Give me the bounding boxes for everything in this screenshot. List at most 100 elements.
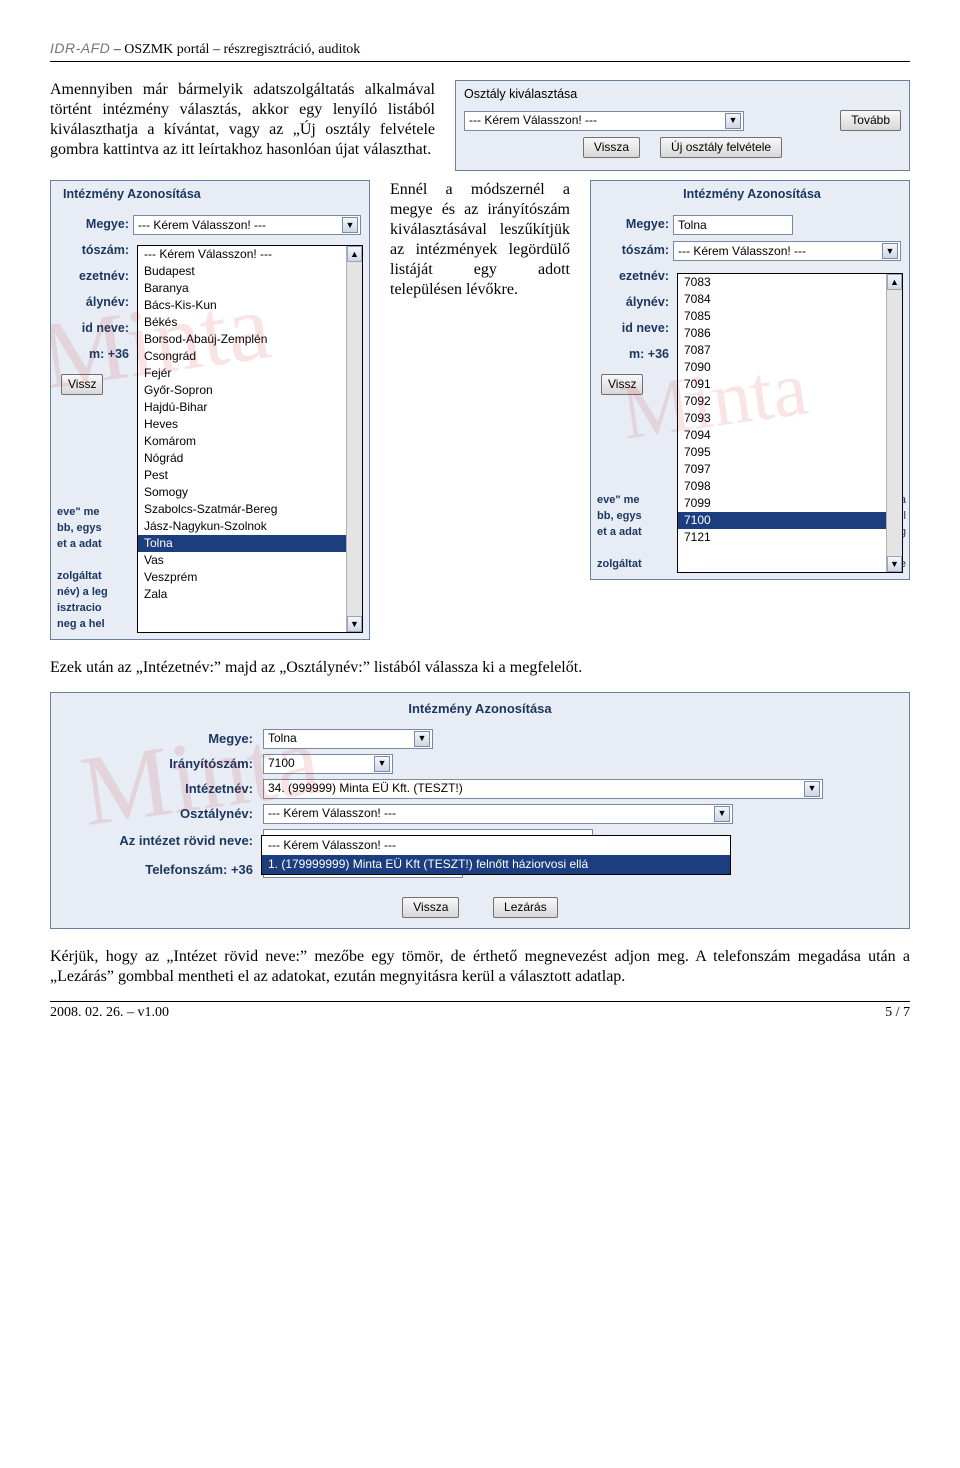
- megye-option[interactable]: Hajdú-Bihar: [138, 399, 362, 416]
- megye-option[interactable]: Veszprém: [138, 569, 362, 586]
- iranyitoszam-listbox[interactable]: 7083708470857086708770907091709270937094…: [677, 273, 903, 573]
- iranyitoszam-option[interactable]: 7091: [678, 376, 902, 393]
- scroll-down-icon[interactable]: ▼: [347, 616, 362, 632]
- osztaly-option-list[interactable]: --- Kérem Válasszon! ---1. (179999999) M…: [261, 835, 731, 875]
- cropL-megye-select[interactable]: --- Kérem Válasszon! ---▼: [133, 215, 361, 235]
- cropR-label-ezetnev: ezetnév:: [591, 269, 673, 285]
- cropR-vissza-button[interactable]: Vissz: [601, 374, 643, 395]
- form3-irsz-value: 7100: [268, 756, 295, 771]
- iranyitoszam-option[interactable]: 7092: [678, 393, 902, 410]
- cropL-vissza-button[interactable]: Vissz: [61, 374, 103, 395]
- megye-option[interactable]: Vas: [138, 552, 362, 569]
- chevron-down-icon: ▼: [714, 806, 730, 822]
- mid-row: Minta Intézmény Azonosítása Megye: --- K…: [50, 180, 910, 640]
- footer-right: 5 / 7: [885, 1004, 910, 1022]
- uj-osztaly-button[interactable]: Új osztály felvétele: [660, 137, 782, 158]
- cropR-toszam-select[interactable]: --- Kérem Válasszon! ---▼: [673, 241, 901, 261]
- osztaly-select-value: --- Kérem Válasszon! ---: [469, 113, 597, 128]
- megye-option[interactable]: Zala: [138, 586, 362, 603]
- megye-option[interactable]: Pest: [138, 467, 362, 484]
- iranyitoszam-option[interactable]: 7087: [678, 342, 902, 359]
- cropL-label-toszam: tószám:: [51, 243, 133, 259]
- form3-lezaras-button[interactable]: Lezárás: [493, 897, 558, 918]
- iranyitoszam-option[interactable]: 7086: [678, 325, 902, 342]
- form3-megye-select[interactable]: Tolna▼: [263, 729, 433, 749]
- megye-listbox[interactable]: --- Kérem Válasszon! --- BudapestBaranya…: [137, 245, 363, 633]
- cropL-megye-value: --- Kérem Válasszon! ---: [138, 218, 266, 233]
- footer-left: 2008. 02. 26. – v1.00: [50, 1004, 169, 1022]
- form3-intezet-select[interactable]: 34. (999999) Minta EÜ Kft. (TESZT!) ▼: [263, 779, 823, 799]
- megye-option[interactable]: Szabolcs-Szatmár-Bereg: [138, 501, 362, 518]
- header-title: – OSZMK portál – részregisztráció, audit…: [114, 42, 361, 57]
- form3-vissza-button[interactable]: Vissza: [402, 897, 459, 918]
- cropR-bg-left: eve" mebb, egyset a adat zolgáltat: [597, 493, 681, 573]
- megye-option[interactable]: Jász-Nagykun-Szolnok: [138, 518, 362, 535]
- osztaly-option[interactable]: --- Kérem Válasszon! ---: [262, 836, 730, 855]
- form3-label-irsz: Irányítószám:: [63, 756, 263, 772]
- megye-option[interactable]: Somogy: [138, 484, 362, 501]
- iranyitoszam-option[interactable]: 7085: [678, 308, 902, 325]
- form3-osztaly-value: --- Kérem Válasszon! ---: [268, 806, 396, 821]
- megye-option[interactable]: Győr-Sopron: [138, 382, 362, 399]
- iranyitoszam-option[interactable]: 7093: [678, 410, 902, 427]
- iranyitoszam-option[interactable]: 7083: [678, 274, 902, 291]
- cropR-label-alynev: álynév:: [591, 295, 673, 311]
- megye-option[interactable]: Fejér: [138, 365, 362, 382]
- megye-option[interactable]: Tolna: [138, 535, 362, 552]
- iranyitoszam-option[interactable]: 7099: [678, 495, 902, 512]
- iranyitoszam-option[interactable]: 7090: [678, 359, 902, 376]
- header-idr: IDR-AFD: [50, 40, 110, 56]
- iranyitoszam-option[interactable]: 7100: [678, 512, 902, 529]
- panel1-title: Osztály kiválasztása: [464, 87, 901, 103]
- chevron-down-icon: ▼: [725, 113, 741, 129]
- iranyitoszam-option[interactable]: 7094: [678, 427, 902, 444]
- cropL-bg-text: eve" mebb, egyset a adat zolgáltatnév) a…: [57, 505, 141, 633]
- scroll-down-icon[interactable]: ▼: [887, 556, 902, 572]
- iranyitoszam-option[interactable]: 7095: [678, 444, 902, 461]
- paragraph-1: Amennyiben már bármelyik adatszolgáltatá…: [50, 80, 435, 160]
- chevron-down-icon: ▼: [414, 731, 430, 747]
- cropL-label-ezetnev: ezetnév:: [51, 269, 133, 285]
- chevron-down-icon: ▼: [882, 243, 898, 259]
- megye-option[interactable]: Békés: [138, 314, 362, 331]
- scrollbar[interactable]: ▲ ▼: [346, 246, 362, 632]
- paragraph-2: Ennél a módszernél a megye és az irányít…: [390, 180, 570, 300]
- tovabb-button[interactable]: Tovább: [840, 110, 901, 131]
- megye-option[interactable]: Nógrád: [138, 450, 362, 467]
- cropL-label-m36: m: +36: [51, 347, 133, 363]
- megye-option[interactable]: Csongrád: [138, 348, 362, 365]
- paragraph-4: Kérjük, hogy az „Intézet rövid neve:” me…: [50, 947, 910, 987]
- osztaly-select[interactable]: --- Kérem Válasszon! --- ▼: [464, 111, 744, 131]
- megye-option[interactable]: Baranya: [138, 280, 362, 297]
- form3-intezet-value: 34. (999999) Minta EÜ Kft. (TESZT!): [268, 781, 463, 796]
- form3-irsz-select[interactable]: 7100 ▼: [263, 754, 393, 774]
- chevron-down-icon: ▼: [374, 756, 390, 772]
- cropL-label-idneve: id neve:: [51, 321, 133, 337]
- megye-option[interactable]: Komárom: [138, 433, 362, 450]
- cropR-megye-value: Tolna: [673, 215, 793, 235]
- iranyitoszam-option[interactable]: 7097: [678, 461, 902, 478]
- iranyitoszam-dropdown-screenshot: Minta Intézmény Azonosítása Megye: Tolna…: [590, 180, 910, 580]
- megye-option[interactable]: Borsod-Abaúj-Zemplén: [138, 331, 362, 348]
- form3-label-osztaly: Osztálynév:: [63, 806, 263, 822]
- scroll-up-icon[interactable]: ▲: [347, 246, 362, 262]
- chevron-down-icon: ▼: [804, 781, 820, 797]
- vissza-button[interactable]: Vissza: [583, 137, 640, 158]
- cropL-label-alynev: álynév:: [51, 295, 133, 311]
- cropR-label-toszam: tószám:: [591, 243, 673, 259]
- cropR-label-megye: Megye:: [591, 217, 673, 233]
- iranyitoszam-option[interactable]: 7098: [678, 478, 902, 495]
- megye-option[interactable]: Bács-Kis-Kun: [138, 297, 362, 314]
- iranyitoszam-option[interactable]: 7084: [678, 291, 902, 308]
- scrollbar[interactable]: ▲ ▼: [886, 274, 902, 572]
- form3-osztaly-select[interactable]: --- Kérem Válasszon! --- ▼: [263, 804, 733, 824]
- scroll-up-icon[interactable]: ▲: [887, 274, 902, 290]
- megye-option[interactable]: Budapest: [138, 263, 362, 280]
- doc-header: IDR-AFD – OSZMK portál – részregisztráci…: [50, 40, 910, 62]
- iranyitoszam-option[interactable]: 7121: [678, 529, 902, 546]
- form3-label-tel: Telefonszám: +36: [63, 862, 263, 878]
- megye-option[interactable]: Heves: [138, 416, 362, 433]
- form3-label-intezet: Intézetnév:: [63, 781, 263, 797]
- paragraph-3: Ezek után az „Intézetnév:” majd az „Oszt…: [50, 658, 910, 678]
- osztaly-option[interactable]: 1. (179999999) Minta EÜ Kft (TESZT!) fel…: [262, 855, 730, 874]
